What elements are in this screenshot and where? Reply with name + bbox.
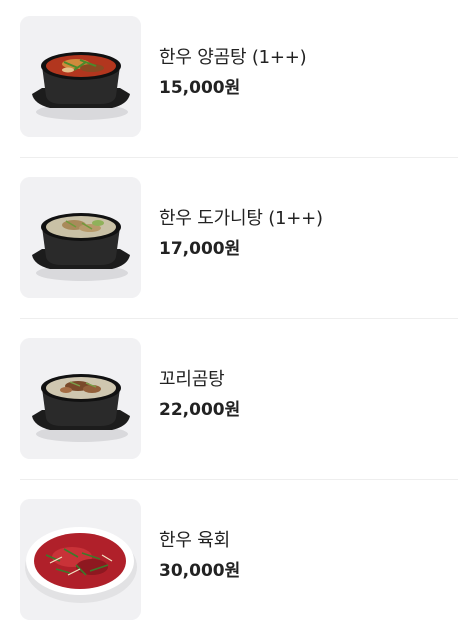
ox-knee-soup-image [20, 177, 141, 298]
menu-item-image[interactable] [20, 338, 141, 459]
menu-item[interactable]: 한우 도가니탕 (1++) 17,000원 [0, 161, 466, 321]
menu-item[interactable]: 꼬리곰탕 22,000원 [0, 322, 466, 482]
menu-item-image[interactable] [20, 499, 141, 620]
menu-item-info: 꼬리곰탕 22,000원 [159, 367, 240, 421]
menu-item-price: 30,000원 [159, 561, 241, 581]
beef-tripe-soup-image [20, 16, 141, 137]
menu-item-name: 꼬리곰탕 [159, 369, 225, 390]
menu-item-price: 17,000원 [159, 239, 241, 259]
menu-item-info: 한우 육회 30,000원 [159, 528, 240, 582]
menu-item-name: 한우 도가니탕 (1++) [159, 208, 323, 229]
menu-item[interactable]: 한우 육회 30,000원 [0, 483, 466, 635]
menu-item-info: 한우 양곰탕 (1++) 15,000원 [159, 45, 307, 99]
menu-item[interactable]: 한우 양곰탕 (1++) 15,000원 [0, 0, 466, 160]
menu-item-image[interactable] [20, 16, 141, 137]
oxtail-soup-image [20, 338, 141, 459]
menu-item-price: 15,000원 [159, 78, 241, 98]
menu-list: 한우 양곰탕 (1++) 15,000원 한우 도가니탕 (1++) 17,00… [0, 0, 466, 635]
menu-item-price: 22,000원 [159, 400, 241, 420]
beef-tartare-image [20, 499, 141, 620]
divider [20, 318, 458, 319]
menu-item-image[interactable] [20, 177, 141, 298]
divider [20, 479, 458, 480]
menu-item-info: 한우 도가니탕 (1++) 17,000원 [159, 206, 323, 260]
divider [20, 157, 458, 158]
menu-item-name: 한우 양곰탕 (1++) [159, 47, 307, 68]
menu-item-name: 한우 육회 [159, 530, 230, 551]
